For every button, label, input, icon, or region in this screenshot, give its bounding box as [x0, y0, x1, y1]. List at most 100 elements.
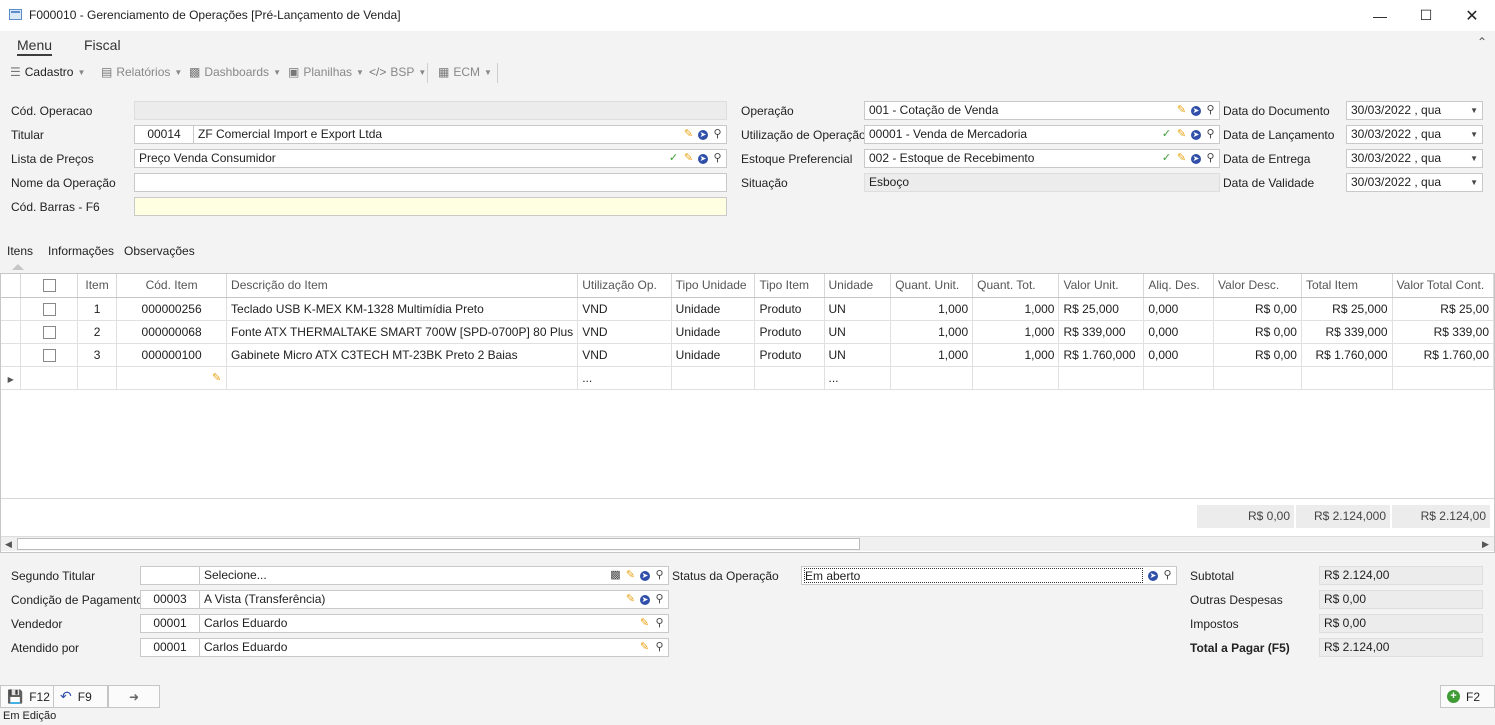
cell-quant-tot[interactable]: 1,000	[972, 320, 1060, 344]
cell-utilizacao[interactable]: VND	[577, 320, 672, 344]
col-quant-unit[interactable]: Quant. Unit.	[890, 274, 974, 298]
table-row[interactable]: 2 000000068 Fonte ATX THERMALTAKE SMART …	[1, 320, 1495, 344]
cell-valor-unit[interactable]: R$ 25,000	[1058, 297, 1145, 321]
edit-pencil-icon[interactable]: ✎	[625, 568, 636, 583]
col-valor-unit[interactable]: Valor Unit.	[1058, 274, 1145, 298]
new-row-item[interactable]	[77, 366, 118, 390]
condicao-pagamento-field[interactable]: A Vista (Transferência) ✎ ➤ ⚲	[199, 590, 669, 609]
lista-precos-field[interactable]: Preço Venda Consumidor ✓ ✎ ➤ ⚲	[134, 149, 727, 168]
tab-fiscal[interactable]: Fiscal	[84, 37, 121, 53]
chevron-down-icon[interactable]: ▼	[1470, 150, 1478, 167]
add-button[interactable]: + F2	[1440, 685, 1495, 708]
cell-descricao[interactable]: Teclado USB K-MEX KM-1328 Multimídia Pre…	[226, 297, 579, 321]
edit-pencil-icon[interactable]: ✎	[1176, 151, 1187, 166]
scroll-left-icon[interactable]: ◀	[5, 537, 12, 552]
titular-name-field[interactable]: ZF Comercial Import e Export Ltda ✎ ➤ ⚲	[193, 125, 727, 144]
data-entrega-field[interactable]: 30/03/2022 , qua ▼	[1346, 149, 1483, 168]
cell-cod-item[interactable]: 000000256	[116, 297, 228, 321]
cell-valor-desc[interactable]: R$ 0,00	[1213, 343, 1302, 367]
cell-tipo-unidade[interactable]: Unidade	[671, 297, 756, 321]
edit-pencil-icon[interactable]: ✎	[211, 371, 222, 386]
atendido-por-code-field[interactable]: 00001	[140, 638, 200, 657]
search-icon[interactable]: ⚲	[712, 151, 723, 166]
toolbar-planilhas[interactable]: ▣ Planilhas ▼	[288, 65, 364, 79]
col-valor-desc[interactable]: Valor Desc.	[1213, 274, 1302, 298]
cell-tipo-unidade[interactable]: Unidade	[671, 320, 756, 344]
search-icon[interactable]: ⚲	[654, 616, 665, 631]
cell-aliq-des[interactable]: 0,000	[1143, 320, 1215, 344]
search-icon[interactable]: ⚲	[1205, 151, 1216, 166]
cell-valor-unit[interactable]: R$ 339,000	[1058, 320, 1145, 344]
tab-informacoes[interactable]: Informações	[48, 244, 114, 258]
cell-tipo-unidade[interactable]: Unidade	[671, 343, 756, 367]
condicao-pagamento-code-field[interactable]: 00003	[140, 590, 200, 609]
cell-valor-total-cont[interactable]: R$ 25,00	[1392, 297, 1495, 321]
row-checkbox[interactable]	[42, 325, 56, 339]
tab-observacoes[interactable]: Observações	[124, 244, 195, 258]
check-icon[interactable]: ✓	[1161, 127, 1172, 142]
operacao-field[interactable]: 001 - Cotação de Venda ✎ ➤ ⚲	[864, 101, 1220, 120]
col-quant-tot[interactable]: Quant. Tot.	[972, 274, 1060, 298]
col-total-item[interactable]: Total Item	[1301, 274, 1393, 298]
new-row-valor-desc[interactable]	[1213, 366, 1302, 390]
chevron-down-icon[interactable]: ▼	[1470, 126, 1478, 143]
new-row-unidade[interactable]: ...	[824, 366, 892, 390]
new-row-aliq-des[interactable]	[1143, 366, 1215, 390]
new-row-valor-unit[interactable]	[1058, 366, 1145, 390]
barcode-input[interactable]	[134, 197, 727, 216]
new-row-total-item[interactable]	[1301, 366, 1393, 390]
row-select[interactable]	[20, 343, 78, 367]
scrollbar-thumb[interactable]	[17, 538, 860, 550]
close-button[interactable]: ✕	[1449, 0, 1495, 31]
row-checkbox[interactable]	[42, 302, 56, 316]
cell-utilizacao[interactable]: VND	[577, 343, 672, 367]
row-select[interactable]	[20, 297, 78, 321]
col-unidade[interactable]: Unidade	[824, 274, 892, 298]
atendido-por-field[interactable]: Carlos Eduardo ✎ ⚲	[199, 638, 669, 657]
cell-valor-total-cont[interactable]: R$ 1.760,00	[1392, 343, 1495, 367]
col-descricao[interactable]: Descrição do Item	[226, 274, 579, 298]
undo-button[interactable]: ↶ F9	[53, 685, 108, 708]
navigate-icon[interactable]: ➤	[640, 570, 650, 581]
new-item-row[interactable]: ▶ ✎ ... ...	[1, 366, 1495, 390]
new-row-select[interactable]	[20, 366, 78, 390]
new-row-quant-unit[interactable]	[890, 366, 974, 390]
col-tipo-unidade[interactable]: Tipo Unidade	[671, 274, 756, 298]
cell-quant-unit[interactable]: 1,000	[890, 297, 974, 321]
navigate-icon[interactable]: ➤	[1148, 570, 1158, 581]
edit-pencil-icon[interactable]: ✎	[683, 127, 694, 142]
cell-valor-desc[interactable]: R$ 0,00	[1213, 320, 1302, 344]
data-lancamento-field[interactable]: 30/03/2022 , qua ▼	[1346, 125, 1483, 144]
nome-operacao-field[interactable]	[134, 173, 727, 192]
toolbar-ecm[interactable]: ▦ ECM ▼	[438, 65, 492, 79]
cell-cod-item[interactable]: 000000100	[116, 343, 228, 367]
chevron-down-icon[interactable]: ▼	[1470, 174, 1478, 191]
minimize-button[interactable]: —	[1357, 0, 1403, 31]
select-all-checkbox[interactable]	[42, 279, 56, 293]
cell-descricao[interactable]: Fonte ATX THERMALTAKE SMART 700W [SPD-07…	[226, 320, 579, 344]
cell-tipo-item[interactable]: Produto	[754, 297, 825, 321]
cell-item[interactable]: 3	[77, 343, 118, 367]
collapse-ribbon-icon[interactable]: ⌃	[1477, 35, 1487, 49]
search-icon[interactable]: ⚲	[1205, 127, 1216, 142]
edit-pencil-icon[interactable]: ✎	[639, 640, 650, 655]
cell-aliq-des[interactable]: 0,000	[1143, 297, 1215, 321]
segundo-titular-field[interactable]: Selecione... ▩ ✎ ➤ ⚲	[199, 566, 669, 585]
cell-quant-tot[interactable]: 1,000	[972, 343, 1060, 367]
col-aliq-des[interactable]: Aliq. Des.	[1143, 274, 1215, 298]
col-tipo-item[interactable]: Tipo Item	[754, 274, 825, 298]
toolbar-cadastro[interactable]: ☰ Cadastro ▼	[10, 65, 85, 79]
cell-quant-unit[interactable]: 1,000	[890, 320, 974, 344]
toolbar-bsp[interactable]: </> BSP ▼	[369, 65, 426, 79]
cell-quant-unit[interactable]: 1,000	[890, 343, 974, 367]
col-item[interactable]: Item	[77, 274, 118, 298]
edit-pencil-icon[interactable]: ✎	[683, 151, 694, 166]
search-icon[interactable]: ⚲	[1162, 568, 1173, 583]
col-cod-item[interactable]: Cód. Item	[116, 274, 228, 298]
cell-cod-item[interactable]: 000000068	[116, 320, 228, 344]
segundo-titular-code-field[interactable]	[140, 566, 200, 585]
search-icon[interactable]: ⚲	[1205, 103, 1216, 118]
tab-itens[interactable]: Itens	[7, 244, 33, 258]
edit-pencil-icon[interactable]: ✎	[625, 592, 636, 607]
navigate-icon[interactable]: ➤	[640, 594, 650, 605]
